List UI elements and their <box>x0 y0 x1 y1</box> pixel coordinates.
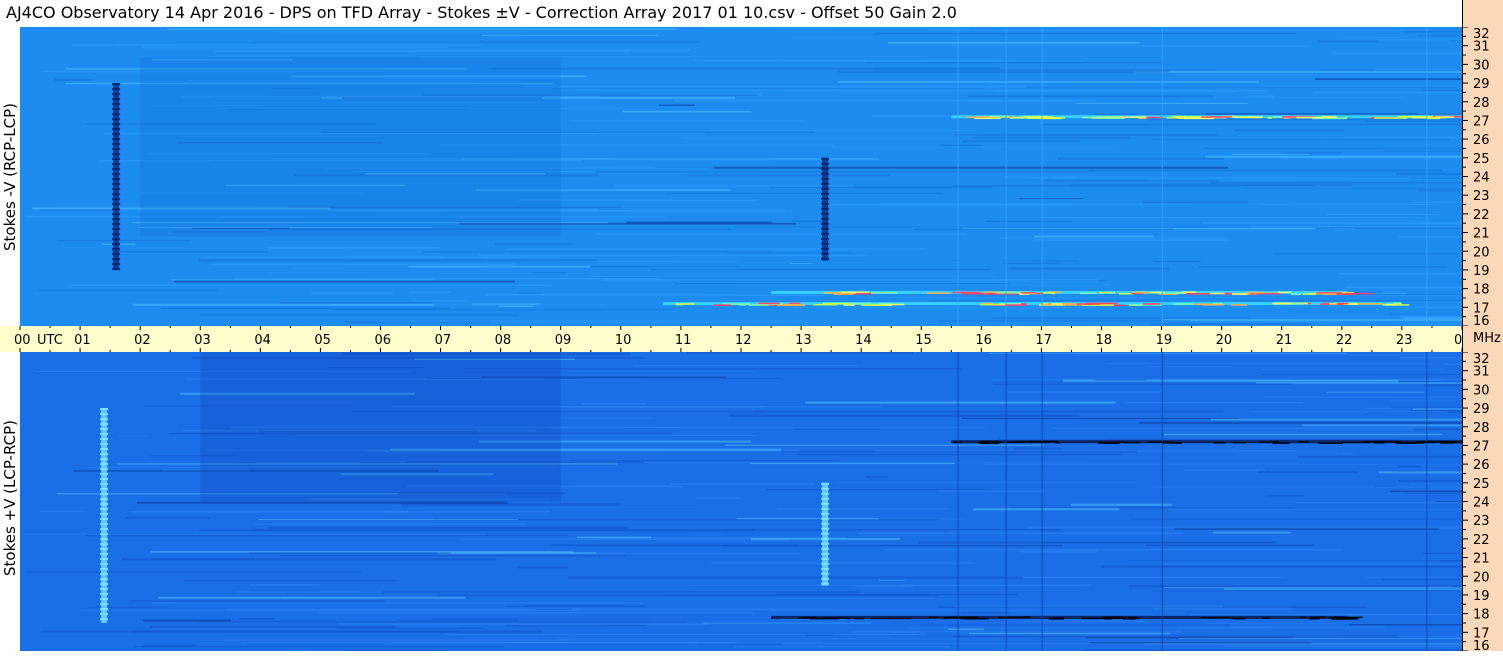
freq-tick-label: 24 <box>1473 171 1490 186</box>
freq-tick-label: 23 <box>1473 514 1490 529</box>
freq-tick-label: 25 <box>1473 152 1490 167</box>
bottom-left-margin: Stokes +V (LCP-RCP) <box>0 352 20 651</box>
freq-tick-label: 21 <box>1473 552 1490 567</box>
time-tick-label: 22 <box>1336 333 1353 348</box>
freq-tick-label: 21 <box>1473 227 1490 242</box>
time-tick-label: 23 <box>1396 333 1413 348</box>
time-tick-label: 11 <box>675 333 692 348</box>
top-frequency-axis: 32 31 30 29 28 27 26 25 24 23 22 21 20 19 18 17 16 <box>1462 27 1503 326</box>
title-bar: AJ4CO Observatory 14 Apr 2016 - DPS on T… <box>0 0 1462 27</box>
freq-tick-label: 22 <box>1473 208 1490 223</box>
freq-tick-label: 16 <box>1473 314 1490 326</box>
time-tick-label: 20 <box>1216 333 1233 348</box>
time-tick-label: 21 <box>1276 333 1293 348</box>
chart-title: AJ4CO Observatory 14 Apr 2016 - DPS on T… <box>6 3 957 22</box>
freq-tick-label: 26 <box>1473 133 1490 148</box>
freq-tick-label: 24 <box>1473 496 1490 511</box>
bottom-margin <box>0 651 1503 672</box>
bottom-panel-label: Stokes +V (LCP-RCP) <box>1 420 19 576</box>
time-tick-label: 10 <box>615 333 632 348</box>
freq-tick-label: 18 <box>1473 283 1490 298</box>
horizontal-band <box>951 115 1462 120</box>
top-right-corner <box>1462 0 1503 27</box>
freq-tick-label: 29 <box>1473 402 1490 417</box>
freq-tick-label: 19 <box>1473 264 1490 279</box>
freq-tick-label: 31 <box>1473 365 1490 380</box>
time-tick-label: 15 <box>915 333 932 348</box>
freq-tick-label: 27 <box>1473 439 1490 454</box>
time-tick-label: 17 <box>1035 333 1052 348</box>
time-tick-label: 00 <box>14 333 31 348</box>
bottom-frequency-axis: 32 31 30 29 28 27 26 25 24 23 22 21 20 19 18 17 16 <box>1462 352 1503 651</box>
freq-tick-label: 19 <box>1473 589 1490 604</box>
time-tick-label: 18 <box>1096 333 1113 348</box>
vertical-burst <box>821 157 830 261</box>
freq-tick-label: 30 <box>1473 58 1490 73</box>
freq-tick-label: 20 <box>1473 245 1490 260</box>
time-tick-label: 12 <box>735 333 752 348</box>
time-tick-label: 03 <box>194 333 211 348</box>
vertical-burst <box>112 83 121 271</box>
freq-tick-label: 18 <box>1473 608 1490 623</box>
time-tick-label: 06 <box>375 333 392 348</box>
top-frequency-axis-svg: 3231302928272625242322212019181716 <box>1463 27 1490 326</box>
time-tick-label: 07 <box>435 333 452 348</box>
top-spectrogram-panel <box>20 27 1462 326</box>
time-tick-label: 01 <box>74 333 91 348</box>
time-axis: 00 UTC 01 02 03 04 05 06 07 08 09 10 11 12 13 14 15 16 17 1… <box>0 326 1462 352</box>
freq-unit-label: MHz <box>1473 331 1501 346</box>
freq-tick-label: 20 <box>1473 570 1490 585</box>
top-panel-label: Stokes -V (RCP-LCP) <box>1 103 19 251</box>
time-axis-svg: 00 UTC 01 02 03 04 05 06 07 08 09 10 11 12 13 14 15 16 17 1… <box>14 326 1462 352</box>
bottom-frequency-axis-svg: 3231302928272625242322212019181716 <box>1463 352 1490 651</box>
time-tick-label: 16 <box>975 333 992 348</box>
freq-tick-label: 16 <box>1473 639 1490 651</box>
vertical-burst <box>100 408 109 623</box>
freq-tick-label: 25 <box>1473 477 1490 492</box>
time-tick-label: 05 <box>314 333 331 348</box>
time-tick-label: 09 <box>555 333 572 348</box>
freq-tick-label: 28 <box>1473 421 1490 436</box>
time-tick-label: 13 <box>795 333 812 348</box>
vertical-burst <box>821 482 830 586</box>
time-tick-label: 14 <box>855 333 872 348</box>
freq-tick-label: 27 <box>1473 114 1490 129</box>
unit-corner: MHz <box>1462 326 1503 352</box>
freq-tick-label: 31 <box>1473 40 1490 55</box>
bottom-spectrogram-panel <box>20 352 1462 651</box>
bottom-spectrogram-plot <box>20 352 1462 651</box>
time-tick-label: 19 <box>1156 333 1173 348</box>
freq-tick-label: 28 <box>1473 96 1490 111</box>
top-left-margin: Stokes -V (RCP-LCP) <box>0 27 20 326</box>
time-tick-label: 04 <box>254 333 271 348</box>
time-unit-label: UTC <box>37 333 63 348</box>
freq-tick-label: 29 <box>1473 77 1490 92</box>
time-tick-label: 00 <box>1454 333 1462 348</box>
freq-tick-label: 30 <box>1473 383 1490 398</box>
freq-tick-label: 23 <box>1473 189 1490 204</box>
top-spectrogram-plot <box>20 27 1462 326</box>
freq-tick-label: 26 <box>1473 458 1490 473</box>
freq-tick-label: 22 <box>1473 533 1490 548</box>
time-tick-label: 08 <box>495 333 512 348</box>
time-tick-label: 02 <box>134 333 151 348</box>
